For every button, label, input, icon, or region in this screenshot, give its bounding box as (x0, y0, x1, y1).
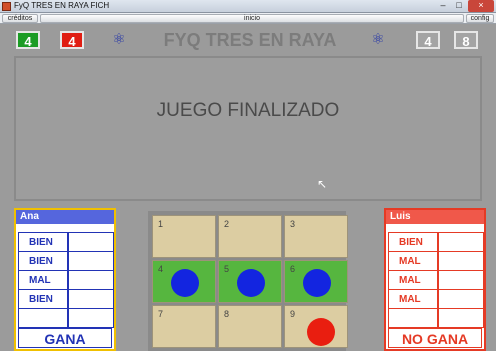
atom-icon: ⚛ (112, 31, 126, 48)
board-cell-3[interactable]: 3 (284, 215, 348, 258)
blue-piece (171, 269, 199, 297)
answer-row: MAL (388, 251, 484, 271)
game-title: FYQ TRES EN RAYA (163, 30, 337, 50)
board-cell-7[interactable]: 7 (152, 305, 216, 348)
cell-number: 4 (158, 264, 164, 274)
inicio-button[interactable]: inicio (40, 14, 464, 23)
score-bar: 4 4 ⚛ FYQ TRES EN RAYA ⚛ 4 8 (0, 25, 496, 55)
player-name: Luis (386, 210, 484, 224)
game-over-message: JUEGO FINALIZADO (156, 100, 340, 121)
message-panel: JUEGO FINALIZADO (14, 56, 482, 201)
atom-icon: ⚛ (371, 31, 385, 48)
answer-row: BIEN (18, 289, 114, 309)
board-cell-4[interactable]: 4 (152, 260, 216, 303)
green-score: 4 (16, 31, 40, 49)
cell-number: 3 (290, 219, 296, 229)
answer-row (388, 308, 484, 328)
red-score: 4 (60, 31, 84, 49)
cell-number: 8 (224, 309, 230, 319)
player-panel-luis: Luis BIEN MAL MAL MAL NO GANA (384, 208, 486, 351)
answer-row: BIEN (18, 251, 114, 271)
window-titlebar: FyQ TRES EN RAYA FICH – □ × (0, 0, 496, 13)
cell-number: 1 (158, 219, 164, 229)
window-title: FyQ TRES EN RAYA FICH (14, 1, 110, 10)
game-board: 1 2 3 4 5 6 7 8 9 (148, 211, 348, 351)
board-cell-2[interactable]: 2 (218, 215, 282, 258)
minimize-button[interactable]: – (436, 0, 450, 12)
close-button[interactable]: × (468, 0, 494, 12)
player-panel-ana: Ana BIEN BIEN MAL BIEN GANA (14, 208, 116, 351)
answer-row (18, 308, 114, 328)
gray-score-2: 8 (454, 31, 478, 49)
maximize-button[interactable]: □ (452, 0, 466, 12)
answer-row: MAL (388, 270, 484, 290)
menu-bar: créditos inicio config (0, 13, 496, 24)
board-cell-8[interactable]: 8 (218, 305, 282, 348)
creditos-button[interactable]: créditos (2, 14, 38, 23)
cell-number: 6 (290, 264, 296, 274)
cell-number: 7 (158, 309, 164, 319)
mouse-cursor-icon: ↖ (317, 177, 328, 191)
board-cell-1[interactable]: 1 (152, 215, 216, 258)
answer-row: MAL (18, 270, 114, 290)
answer-row: BIEN (18, 232, 114, 252)
board-cell-6[interactable]: 6 (284, 260, 348, 303)
config-button[interactable]: config (466, 14, 494, 23)
player-result: GANA (18, 328, 112, 348)
board-cell-9[interactable]: 9 (284, 305, 348, 348)
gray-score-1: 4 (416, 31, 440, 49)
app-icon (2, 2, 11, 11)
red-piece (307, 318, 335, 346)
board-cell-5[interactable]: 5 (218, 260, 282, 303)
answer-row: MAL (388, 289, 484, 309)
blue-piece (303, 269, 331, 297)
cell-number: 9 (290, 309, 296, 319)
cell-number: 2 (224, 219, 230, 229)
cell-number: 5 (224, 264, 230, 274)
blue-piece (237, 269, 265, 297)
answer-row: BIEN (388, 232, 484, 252)
player-result: NO GANA (388, 328, 482, 348)
player-name: Ana (16, 210, 114, 224)
